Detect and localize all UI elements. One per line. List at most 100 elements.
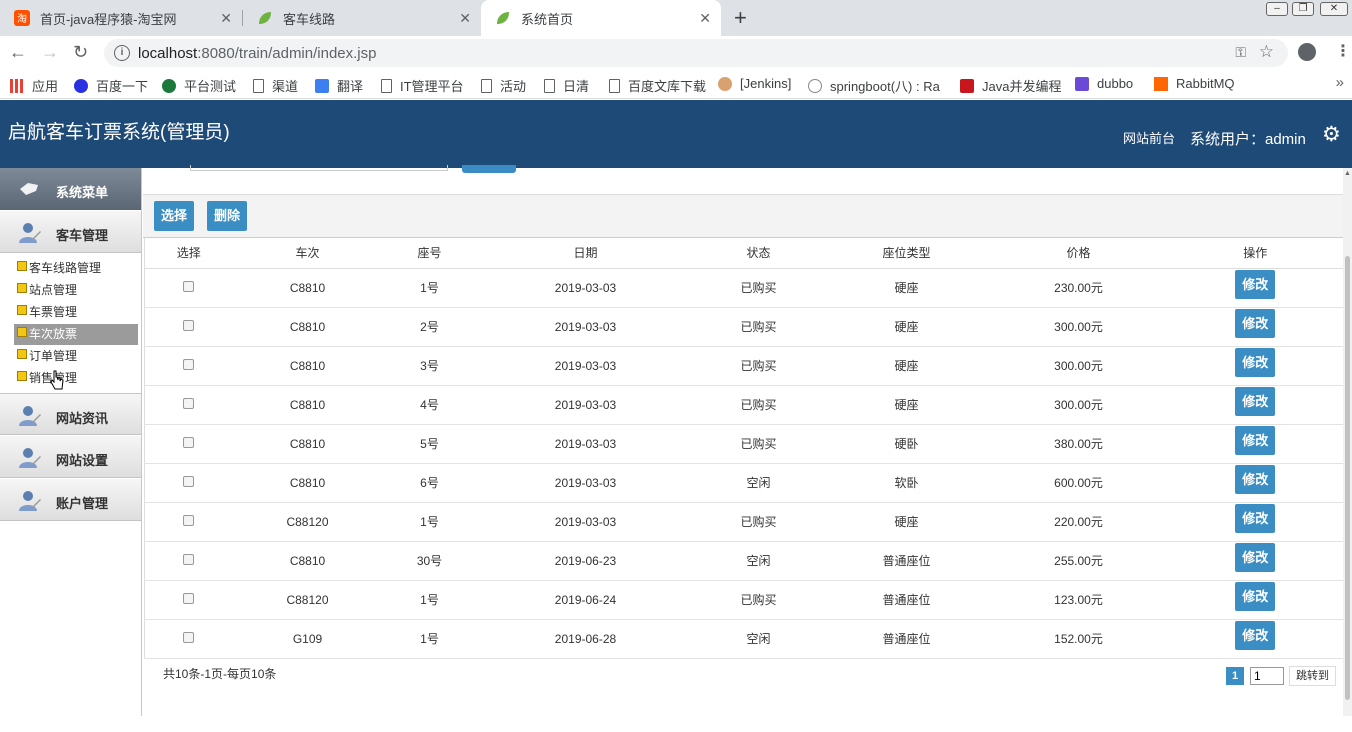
row-checkbox[interactable]	[183, 397, 195, 409]
row-checkbox[interactable]	[183, 514, 195, 526]
account-icon[interactable]	[1298, 43, 1316, 61]
edit-button[interactable]: 修改	[1235, 426, 1276, 455]
edit-button[interactable]: 修改	[1235, 309, 1276, 338]
row-checkbox[interactable]	[183, 280, 195, 292]
edit-button[interactable]: 修改	[1235, 348, 1276, 377]
bookmark-daily[interactable]: 日清	[544, 76, 589, 95]
bookmark-rabbitmq[interactable]: RabbitMQ	[1154, 76, 1235, 91]
page-jump-button[interactable]: 跳转到	[1289, 666, 1336, 686]
edit-button[interactable]: 修改	[1235, 621, 1276, 650]
edit-button[interactable]: 修改	[1235, 387, 1276, 416]
site-front-link[interactable]: 网站前台	[1123, 128, 1175, 147]
vertical-scrollbar[interactable]: ▲	[1343, 168, 1352, 716]
edit-button[interactable]: 修改	[1235, 465, 1276, 494]
bookmark-apps[interactable]: 应用	[10, 76, 58, 95]
bookmark-activity[interactable]: 活动	[481, 76, 526, 95]
row-checkbox[interactable]	[183, 319, 195, 331]
tab-taobao[interactable]: 淘 首页-java程序猿-淘宝网 ✕	[0, 0, 242, 36]
bookmark-java-concurrent[interactable]: Java并发编程	[960, 76, 1061, 95]
reload-icon[interactable]: ↻	[73, 42, 88, 63]
row-checkbox[interactable]	[183, 358, 195, 370]
edit-button[interactable]: 修改	[1235, 582, 1276, 611]
sidebar-group-account[interactable]: 账户管理	[0, 479, 141, 521]
seat-type-cell: 普通座位	[822, 541, 991, 581]
sidebar-item-release[interactable]: 车次放票	[14, 324, 138, 345]
row-checkbox[interactable]	[183, 631, 195, 643]
tab-title: 首页-java程序猿-淘宝网	[40, 11, 177, 27]
seat-type-cell: 硬卧	[822, 424, 991, 464]
scrollbar-thumb[interactable]	[1345, 256, 1350, 700]
sidebar-item-route[interactable]: 客车线路管理	[14, 258, 138, 279]
rabbitmq-icon	[1154, 76, 1168, 91]
bullet-icon	[17, 283, 27, 293]
bookmark-springboot[interactable]: springboot(八) : Ra	[808, 76, 940, 95]
seat-type-cell: 硬座	[822, 385, 991, 425]
gear-icon[interactable]: ⚙	[1322, 122, 1341, 147]
search-button-partial[interactable]	[462, 165, 516, 173]
status-cell: 已购买	[694, 580, 823, 620]
close-icon[interactable]: ✕	[220, 10, 232, 27]
bookmark-jenkins[interactable]: [Jenkins]	[718, 76, 791, 91]
restore-icon[interactable]: ❐	[1292, 2, 1314, 16]
train-cell: C8810	[232, 307, 383, 347]
edit-button[interactable]: 修改	[1235, 504, 1276, 533]
info-icon[interactable]: i	[114, 45, 130, 61]
search-input-partial[interactable]	[190, 165, 448, 171]
tab-home-active[interactable]: 系统首页 ✕	[481, 0, 721, 36]
tab-route[interactable]: 客车线路 ✕	[243, 0, 481, 36]
sidebar-item-ticket[interactable]: 车票管理	[14, 302, 138, 323]
close-icon[interactable]: ✕	[459, 10, 471, 27]
date-cell: 2019-06-23	[476, 541, 695, 581]
bookmark-channel[interactable]: 渠道	[253, 76, 298, 95]
star-icon[interactable]: ☆	[1259, 42, 1274, 62]
bookmark-translate[interactable]: 翻译	[315, 76, 363, 95]
sidebar-group-settings[interactable]: 网站设置	[0, 436, 141, 478]
price-cell: 152.00元	[990, 619, 1167, 659]
date-cell: 2019-03-03	[476, 307, 695, 347]
more-menu-icon[interactable]: ⋮	[1335, 41, 1351, 61]
bookmark-it-platform[interactable]: IT管理平台	[381, 76, 464, 95]
row-checkbox[interactable]	[183, 475, 195, 487]
select-button[interactable]: 选择	[154, 201, 195, 231]
edit-button[interactable]: 修改	[1235, 270, 1276, 299]
close-icon[interactable]: ✕	[699, 10, 711, 27]
table-row: C8810 3号 2019-03-03 已购买 硬座 300.00元 修改	[144, 346, 1345, 386]
select-cell	[144, 346, 233, 386]
sidebar-group-bus[interactable]: 客车管理	[0, 211, 141, 253]
bookmark-wenku[interactable]: 百度文库下载	[609, 76, 706, 95]
price-cell: 300.00元	[990, 385, 1167, 425]
table-row: C88120 1号 2019-06-24 已购买 普通座位 123.00元 修改	[144, 580, 1345, 620]
price-cell: 230.00元	[990, 268, 1167, 308]
forward-icon[interactable]: →	[41, 42, 59, 63]
select-cell	[144, 463, 233, 503]
page-number-current[interactable]: 1	[1226, 667, 1244, 685]
new-tab-icon[interactable]: +	[734, 5, 747, 31]
chevron-right-icon[interactable]: »	[1336, 74, 1344, 91]
page-jump-input[interactable]	[1250, 667, 1284, 685]
row-checkbox[interactable]	[183, 553, 195, 565]
bookmark-baidu[interactable]: 百度一下	[74, 76, 148, 95]
price-cell: 300.00元	[990, 346, 1167, 386]
row-checkbox[interactable]	[183, 436, 195, 448]
close-window-icon[interactable]: ✕	[1320, 2, 1348, 16]
column-header-select: 选择	[144, 238, 233, 269]
bookmark-dubbo[interactable]: dubbo	[1075, 76, 1133, 91]
seat-cell: 1号	[382, 580, 477, 620]
delete-button[interactable]: 删除	[207, 201, 248, 231]
url-input[interactable]: i localhost:8080/train/admin/index.jsp ⚿…	[104, 39, 1288, 67]
user-icon	[19, 491, 41, 511]
sidebar-group-news[interactable]: 网站资讯	[0, 393, 141, 435]
row-checkbox[interactable]	[183, 592, 195, 604]
bookmark-platform-test[interactable]: 平台测试	[162, 76, 236, 95]
sidebar-item-sales[interactable]: 销售管理	[14, 368, 138, 389]
spring-leaf-icon	[497, 12, 509, 24]
minimize-icon[interactable]: –	[1266, 2, 1288, 16]
key-icon[interactable]: ⚿	[1235, 44, 1246, 61]
sidebar-item-station[interactable]: 站点管理	[14, 280, 138, 301]
back-icon[interactable]: ←	[9, 42, 27, 63]
action-cell: 修改	[1166, 307, 1345, 347]
edit-button[interactable]: 修改	[1235, 543, 1276, 572]
action-cell: 修改	[1166, 502, 1345, 542]
scroll-up-arrow-icon[interactable]: ▲	[1344, 170, 1351, 177]
sidebar-item-order[interactable]: 订单管理	[14, 346, 138, 367]
